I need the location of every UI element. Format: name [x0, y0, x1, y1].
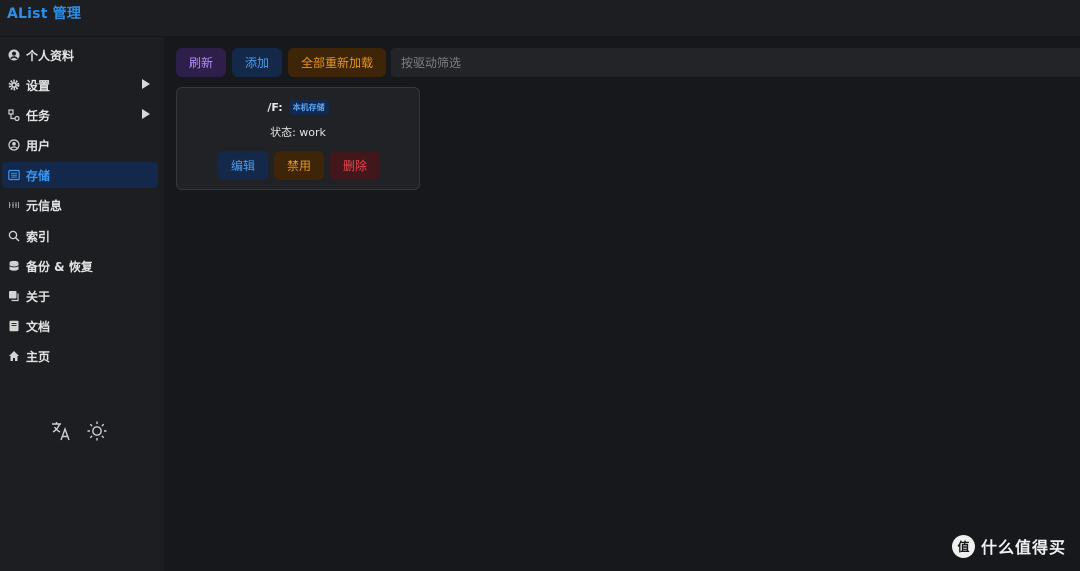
sidebar-item-label: 个人资料	[26, 48, 75, 63]
sidebar-item-label: 文档	[26, 319, 51, 334]
sidebar-tools	[50, 420, 108, 446]
delete-button[interactable]: 删除	[330, 151, 380, 180]
storage-card-header: /F: 本机存储	[177, 100, 419, 115]
sidebar-item-settings[interactable]: 设置	[2, 72, 158, 98]
watermark-text: 什么值得买	[980, 538, 1066, 557]
chevron-right-icon	[142, 109, 150, 119]
search-icon	[7, 230, 20, 243]
sidebar-item-label: 元信息	[26, 198, 63, 213]
sidebar-item-docs[interactable]: 文档	[2, 313, 158, 339]
driver-badge: 本机存储	[288, 100, 329, 115]
sidebar-item-home[interactable]: 主页	[2, 343, 158, 369]
sun-icon[interactable]	[86, 420, 108, 446]
sidebar-item-tasks[interactable]: 任务	[2, 102, 158, 128]
sidebar-item-index[interactable]: 索引	[2, 223, 158, 249]
sidebar-item-profile[interactable]: 个人资料	[2, 42, 158, 68]
book-icon	[7, 320, 20, 333]
driver-filter-input[interactable]	[391, 48, 1080, 77]
sidebar-item-about[interactable]: 关于	[2, 283, 158, 309]
storage-status: 状态: work	[270, 126, 326, 139]
sidebar-item-label: 备份 & 恢复	[26, 259, 93, 274]
home-icon	[7, 350, 20, 363]
user-circle-icon	[7, 49, 20, 62]
sidebar-item-users[interactable]: 用户	[2, 132, 158, 158]
sidebar-item-label: 存储	[26, 168, 51, 183]
edit-button[interactable]: 编辑	[218, 151, 268, 180]
translate-icon[interactable]	[50, 420, 72, 446]
sidebar-item-backup-restore[interactable]: 备份 & 恢复	[2, 253, 158, 279]
watermark: 值 什么值得买	[951, 534, 1066, 558]
refresh-button[interactable]: 刷新	[176, 48, 226, 77]
sidebar-item-label: 索引	[26, 229, 51, 244]
chevron-right-icon	[142, 79, 150, 89]
top-bar: AList 管理	[0, 0, 1080, 37]
meta-icon	[7, 199, 20, 212]
sidebar-item-meta[interactable]: 元信息	[2, 192, 158, 218]
sidebar-item-storage[interactable]: 存储	[2, 162, 158, 188]
sidebar-item-label: 主页	[26, 349, 51, 364]
disable-button[interactable]: 禁用	[274, 151, 324, 180]
database-icon	[7, 260, 20, 273]
sidebar-item-label: 用户	[26, 138, 51, 153]
sidebar-item-label: 设置	[26, 78, 51, 93]
app-title[interactable]: AList 管理	[7, 3, 81, 23]
main-content: 刷新 添加 全部重新加载 /F: 本机存储 状态: work 编辑 禁用 删除	[164, 37, 1080, 571]
add-button[interactable]: 添加	[232, 48, 282, 77]
copy-icon	[7, 290, 20, 303]
sidebar: 个人资料 设置 任务 用户 存储 元信息 索引 备份 & 恢复 关于 文档 主页	[0, 37, 164, 571]
sidebar-item-label: 任务	[26, 108, 51, 123]
sidebar-item-label: 关于	[26, 289, 51, 304]
reload-all-button[interactable]: 全部重新加载	[288, 48, 386, 77]
tasks-icon	[7, 109, 20, 122]
user-icon	[7, 139, 20, 152]
gear-icon	[7, 79, 20, 92]
watermark-logo: 值	[951, 534, 975, 558]
storage-card: /F: 本机存储 状态: work 编辑 禁用 删除	[176, 87, 420, 190]
storage-icon	[7, 169, 20, 182]
mount-path: /F:	[267, 101, 283, 114]
